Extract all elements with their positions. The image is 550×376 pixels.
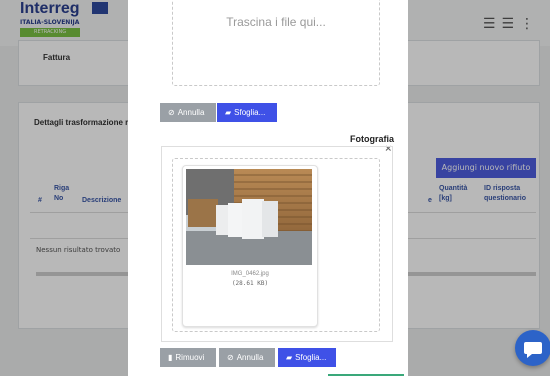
file-name: IMG_0462.jpg — [231, 271, 269, 277]
trash-icon: ▮ — [168, 353, 173, 362]
cancel-upload-button[interactable]: ⊘ Annulla — [219, 348, 275, 367]
cancel-icon: ⊘ — [227, 353, 234, 362]
browse-photo-button[interactable]: ▰ Sfoglia... — [278, 348, 336, 367]
folder-open-icon: ▰ — [225, 108, 232, 117]
photo-thumbnail — [186, 169, 312, 265]
browse-button[interactable]: ▰ Sfoglia... — [217, 103, 277, 122]
cancel-icon: ⊘ — [168, 108, 175, 117]
browse-label: Sfoglia... — [234, 108, 266, 117]
file-dropzone[interactable]: Trascina i file qui... — [172, 0, 380, 86]
chat-icon — [524, 342, 542, 358]
remove-label: Rimuovi — [175, 353, 205, 362]
folder-open-icon: ▰ — [286, 353, 293, 362]
remove-button[interactable]: ▮ Rimuovi — [160, 348, 216, 367]
cancel-button[interactable]: ⊘ Annulla — [160, 103, 216, 122]
cancel-upload-label: Annulla — [236, 353, 264, 362]
cancel-label: Annulla — [177, 108, 205, 117]
file-upload-modal: Trascina i file qui... ⊘ Annulla ▰ Sfoglia… — [128, 0, 408, 376]
browse-photo-label: Sfoglia... — [295, 353, 327, 362]
file-preview-card[interactable]: IMG_0462.jpg (28.61 KB) — [182, 165, 318, 327]
chat-button[interactable] — [515, 330, 550, 366]
photo-section-title: Fotografia — [350, 134, 394, 144]
file-size: (28.61 KB) — [231, 280, 269, 287]
dropzone-hint: Trascina i file qui... — [226, 15, 326, 29]
